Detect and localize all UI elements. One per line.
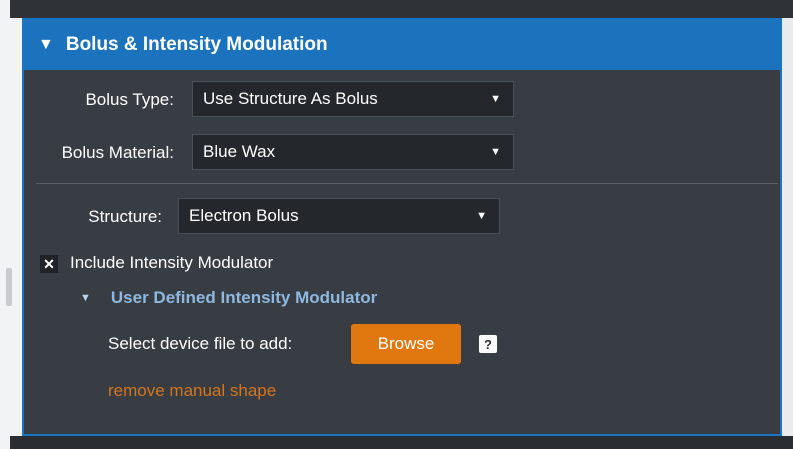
left-strip <box>0 0 22 449</box>
top-band <box>10 0 793 18</box>
structure-value: Electron Bolus <box>189 206 299 225</box>
remove-manual-shape-link[interactable]: remove manual shape <box>108 381 276 401</box>
structure-label: Structure: <box>88 207 162 226</box>
bolus-material-label: Bolus Material: <box>61 143 174 162</box>
bolus-type-select[interactable]: Use Structure As Bolus ▼ <box>192 81 514 117</box>
section-divider <box>36 183 778 184</box>
device-file-label: Select device file to add: <box>108 334 293 353</box>
bolus-material-value: Blue Wax <box>203 142 276 161</box>
structure-select[interactable]: Electron Bolus ▼ <box>178 198 500 234</box>
bolus-material-select[interactable]: Blue Wax ▼ <box>192 134 514 170</box>
browse-button[interactable]: Browse <box>351 324 461 364</box>
modulator-subheader[interactable]: ▼ User Defined Intensity Modulator <box>80 288 377 308</box>
triangle-down-icon[interactable]: ▼ <box>80 292 91 304</box>
panel-header[interactable]: ▼ Bolus & Intensity Modulation <box>24 20 780 70</box>
chevron-down-icon: ▼ <box>476 210 487 222</box>
splitter-handle[interactable] <box>6 268 12 306</box>
panel-title: Bolus & Intensity Modulation <box>65 34 328 55</box>
help-icon[interactable]: ? <box>479 335 497 353</box>
chevron-down-icon: ▼ <box>490 93 501 105</box>
include-modulator-label[interactable]: Include Intensity Modulator <box>70 253 273 273</box>
modulator-title: User Defined Intensity Modulator <box>110 288 378 307</box>
include-modulator-checkbox[interactable]: ✕ <box>40 255 58 273</box>
bolus-type-label: Bolus Type: <box>85 90 174 109</box>
close-icon: ✕ <box>43 255 55 272</box>
bolus-type-value: Use Structure As Bolus <box>203 89 378 108</box>
bottom-band <box>10 436 793 449</box>
chevron-down-icon: ▼ <box>490 146 501 158</box>
bolus-panel: ▼ Bolus & Intensity Modulation Bolus Typ… <box>22 18 782 436</box>
triangle-down-icon[interactable]: ▼ <box>38 36 54 54</box>
